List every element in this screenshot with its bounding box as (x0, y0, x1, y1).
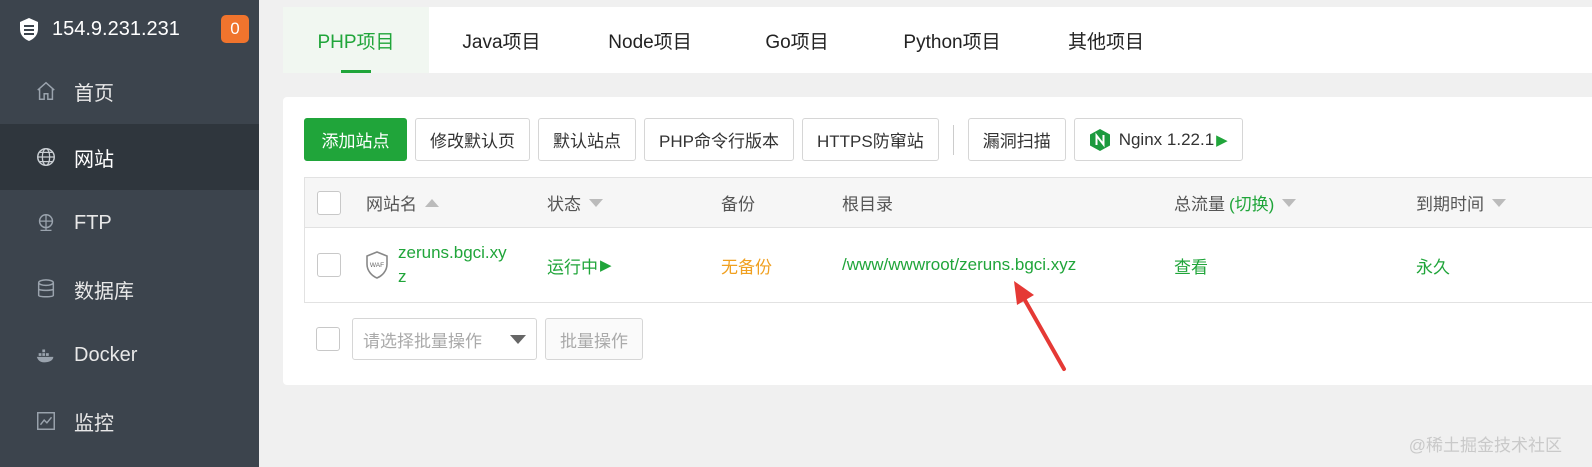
server-header: 154.9.231.231 0 (0, 0, 259, 58)
sidebar-item-label: 首页 (74, 82, 114, 105)
sidebar-item-label: 监控 (74, 412, 114, 435)
nginx-icon (1089, 128, 1110, 151)
ftp-icon (34, 211, 58, 235)
sidebar: 154.9.231.231 0 首页 网站 FTP 数据库 Docker 监控 (0, 0, 259, 467)
site-name-line2: z (398, 267, 407, 286)
tab-php[interactable]: PHP项目 (283, 7, 429, 73)
bt-logo-icon (16, 16, 42, 42)
waf-shield-icon[interactable]: WAF (364, 250, 390, 280)
col-backup: 备份 (721, 178, 755, 227)
traffic-switch-link[interactable]: (切换) (1229, 190, 1274, 215)
col-label: 总流量 (1174, 195, 1225, 214)
vuln-scan-button[interactable]: 漏洞扫描 (967, 118, 1066, 161)
nginx-version-button[interactable]: Nginx 1.22.1 ▶ (1073, 118, 1243, 161)
row-checkbox[interactable] (317, 253, 341, 277)
select-all-cell (317, 178, 341, 227)
site-table: 网站名 状态 备份 根目录 总流量 (切换) 到期时间 WAF zeruns.b… (304, 177, 1592, 303)
row-select-cell (317, 228, 341, 302)
tab-node[interactable]: Node项目 (574, 7, 726, 73)
tab-java[interactable]: Java项目 (429, 7, 574, 73)
col-status[interactable]: 状态 (547, 178, 603, 227)
col-traffic[interactable]: 总流量 (切换) (1174, 178, 1297, 227)
col-label: 状态 (547, 195, 581, 214)
sort-asc-icon (425, 198, 439, 207)
server-ip: 154.9.231.231 (52, 17, 180, 40)
batch-operation-select[interactable]: 请选择批量操作 (352, 318, 537, 360)
col-label: 到期时间 (1416, 195, 1484, 214)
tab-go[interactable]: Go项目 (726, 7, 868, 73)
sidebar-item-label: 网站 (74, 148, 114, 171)
play-triangle-icon: ▶ (1216, 131, 1228, 149)
nginx-version-label: Nginx 1.22.1 (1118, 129, 1215, 149)
sidebar-item-home[interactable]: 首页 (0, 58, 259, 124)
waf-label: WAF (370, 262, 384, 269)
sidebar-item-database[interactable]: 数据库 (0, 256, 259, 322)
toolbar-divider (952, 124, 954, 155)
notification-badge[interactable]: 0 (221, 15, 249, 43)
batch-select-all-checkbox[interactable] (316, 327, 340, 351)
watermark: @稀土掘金技术社区 (1408, 436, 1562, 455)
site-name-line1: zeruns.bgci.xy (398, 243, 507, 262)
sidebar-item-website[interactable]: 网站 (0, 124, 259, 190)
play-triangle-icon: ▶ (600, 257, 612, 274)
docker-icon (34, 343, 58, 367)
database-icon (34, 277, 58, 301)
status-toggle[interactable]: 运行中 ▶ (547, 228, 612, 302)
project-tabs: PHP项目 Java项目 Node项目 Go项目 Python项目 其他项目 (283, 7, 1592, 73)
sort-desc-icon (589, 198, 603, 207)
modify-default-page-button[interactable]: 修改默认页 (415, 118, 530, 161)
site-list-panel: 添加站点 修改默认页 默认站点 PHP命令行版本 HTTPS防窜站 漏洞扫描 N… (283, 97, 1592, 385)
sidebar-item-monitor[interactable]: 监控 (0, 388, 259, 454)
sidebar-item-ftp[interactable]: FTP (0, 190, 259, 256)
annotation-arrow-icon (1014, 281, 1066, 371)
tab-python[interactable]: Python项目 (868, 7, 1036, 73)
backup-link[interactable]: 无备份 (721, 228, 772, 302)
default-site-button[interactable]: 默认站点 (538, 118, 636, 161)
sidebar-item-label: 数据库 (74, 280, 134, 303)
globe-icon (34, 145, 58, 169)
traffic-view-link[interactable]: 查看 (1174, 228, 1208, 302)
waf-cell: WAF (364, 228, 390, 302)
sidebar-item-label: Docker (74, 343, 138, 366)
batch-footer: 请选择批量操作 批量操作 (316, 318, 651, 360)
https-protection-button[interactable]: HTTPS防窜站 (801, 118, 939, 161)
col-label: 备份 (721, 195, 755, 214)
batch-select-placeholder: 请选择批量操作 (363, 331, 482, 351)
sort-desc-icon (1282, 198, 1297, 207)
php-cli-version-button[interactable]: PHP命令行版本 (644, 118, 794, 161)
sidebar-item-docker[interactable]: Docker (0, 322, 259, 388)
monitor-icon (34, 409, 58, 433)
select-all-checkbox[interactable] (317, 190, 341, 215)
col-site-name[interactable]: 网站名 (366, 178, 439, 227)
expire-link[interactable]: 永久 (1416, 228, 1450, 302)
table-row: WAF zeruns.bgci.xy z 运行中 ▶ 无备份 /www/wwwr… (305, 228, 1592, 302)
add-site-button[interactable]: 添加站点 (304, 118, 407, 161)
site-name-link[interactable]: zeruns.bgci.xy z (398, 228, 507, 302)
chevron-down-icon (510, 334, 526, 344)
col-label: 网站名 (366, 195, 417, 214)
col-root-dir: 根目录 (842, 178, 893, 227)
toolbar: 添加站点 修改默认页 默认站点 PHP命令行版本 HTTPS防窜站 漏洞扫描 N… (304, 118, 1251, 161)
batch-operation-button[interactable]: 批量操作 (545, 318, 643, 360)
sidebar-item-label: FTP (74, 211, 112, 234)
home-icon (34, 79, 58, 103)
table-header: 网站名 状态 备份 根目录 总流量 (切换) 到期时间 (305, 178, 1592, 228)
col-label: 根目录 (842, 195, 893, 214)
sort-desc-icon (1492, 198, 1506, 207)
tab-other[interactable]: 其他项目 (1036, 7, 1176, 73)
col-expire[interactable]: 到期时间 (1416, 178, 1506, 227)
status-label: 运行中 (547, 257, 598, 277)
